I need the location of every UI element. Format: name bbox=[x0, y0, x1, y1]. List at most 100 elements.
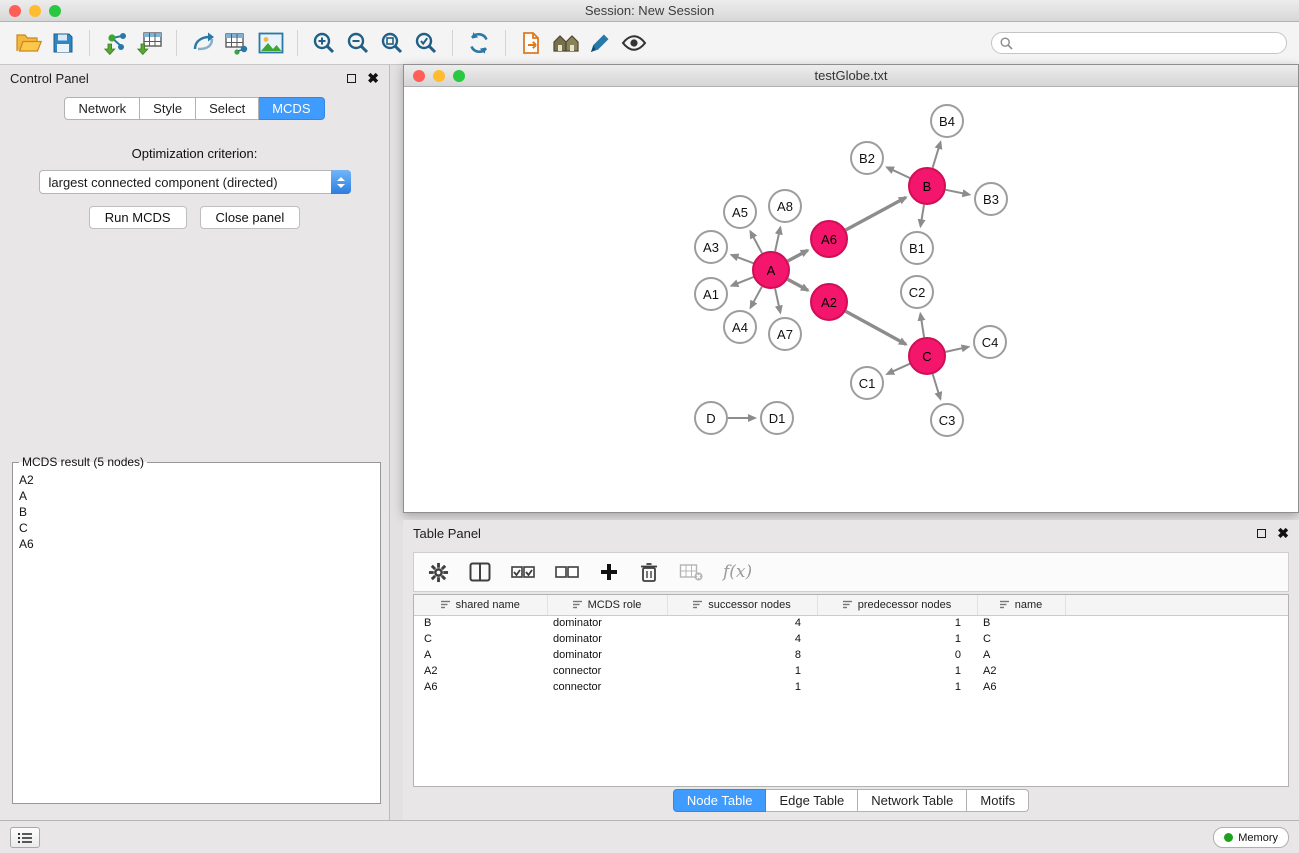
tab-node-table[interactable]: Node Table bbox=[673, 789, 767, 812]
graph-node-C3[interactable]: C3 bbox=[930, 403, 964, 437]
graph-edge-A6-B[interactable] bbox=[846, 197, 906, 230]
memory-button[interactable]: Memory bbox=[1213, 827, 1289, 848]
import-network-button[interactable] bbox=[99, 27, 133, 59]
network-canvas[interactable]: B4 B2 B B3 A5 A8A6 A3 B1 A C2 A1 A2 A4 A7 C4 C C1 C3 D D1 bbox=[404, 87, 1298, 512]
tab-network[interactable]: Network bbox=[64, 97, 140, 120]
graph-edge-C-C3[interactable] bbox=[933, 374, 941, 399]
optimization-criterion-select[interactable]: largest connected component (directed) bbox=[39, 170, 351, 194]
graph-edge-A-A1[interactable] bbox=[731, 277, 753, 286]
table-row-B[interactable]: Bdominator41B bbox=[414, 615, 1288, 631]
graph-edge-B-B3[interactable] bbox=[946, 190, 970, 195]
task-history-button[interactable] bbox=[10, 827, 40, 848]
search-field[interactable] bbox=[991, 32, 1287, 54]
zoom-out-button[interactable] bbox=[341, 27, 375, 59]
graph-node-A[interactable]: A bbox=[752, 251, 790, 289]
graph-node-B[interactable]: B bbox=[908, 167, 946, 205]
graph-node-D1[interactable]: D1 bbox=[760, 401, 794, 435]
import-table-button[interactable] bbox=[133, 27, 167, 59]
column-header-shared-name[interactable]: shared name bbox=[414, 595, 547, 615]
graph-node-A1[interactable]: A1 bbox=[694, 277, 728, 311]
graph-node-A6[interactable]: A6 bbox=[810, 220, 848, 258]
minimize-network-window-button[interactable] bbox=[433, 70, 445, 82]
graph-node-B4[interactable]: B4 bbox=[930, 104, 964, 138]
table-row-C[interactable]: Cdominator41C bbox=[414, 631, 1288, 647]
graph-edge-B-B4[interactable] bbox=[933, 142, 941, 168]
table-settings-button[interactable] bbox=[428, 562, 449, 583]
graph-node-A2[interactable]: A2 bbox=[810, 283, 848, 321]
graph-node-A5[interactable]: A5 bbox=[723, 195, 757, 229]
show-columns-button[interactable] bbox=[469, 562, 491, 582]
column-header-predecessor-nodes[interactable]: predecessor nodes bbox=[817, 595, 977, 615]
graph-node-D[interactable]: D bbox=[694, 401, 728, 435]
graph-edge-C-C1[interactable] bbox=[887, 364, 910, 374]
save-session-button[interactable] bbox=[46, 27, 80, 59]
column-header-successor-nodes[interactable]: successor nodes bbox=[667, 595, 817, 615]
graph-edge-A-A2[interactable] bbox=[788, 279, 808, 290]
graph-edge-A-A3[interactable] bbox=[732, 255, 754, 263]
graph-edge-A-A8[interactable] bbox=[775, 228, 780, 252]
graph-node-C4[interactable]: C4 bbox=[973, 325, 1007, 359]
graph-edge-A-A7[interactable] bbox=[775, 289, 780, 313]
close-network-window-button[interactable] bbox=[413, 70, 425, 82]
refresh-button[interactable] bbox=[462, 27, 496, 59]
graph-edge-B-B1[interactable] bbox=[921, 205, 925, 227]
graph-node-B1[interactable]: B1 bbox=[900, 231, 934, 265]
graph-edge-C-C4[interactable] bbox=[946, 347, 969, 352]
graph-node-B3[interactable]: B3 bbox=[974, 182, 1008, 216]
annotation-pen-button[interactable] bbox=[583, 27, 617, 59]
export-table-button[interactable] bbox=[220, 27, 254, 59]
close-panel-button[interactable]: Close panel bbox=[200, 206, 301, 229]
minimize-window-button[interactable] bbox=[29, 5, 41, 17]
graph-node-C2[interactable]: C2 bbox=[900, 275, 934, 309]
column-header-mcds-role[interactable]: MCDS role bbox=[547, 595, 667, 615]
mcds-result-item: A2 bbox=[19, 472, 374, 488]
first-neighbors-button[interactable] bbox=[549, 27, 583, 59]
select-all-columns-button[interactable] bbox=[511, 565, 535, 579]
tab-select[interactable]: Select bbox=[196, 97, 259, 120]
zoom-selected-button[interactable] bbox=[409, 27, 443, 59]
tab-motifs[interactable]: Motifs bbox=[967, 789, 1029, 812]
graph-node-A7[interactable]: A7 bbox=[768, 317, 802, 351]
close-panel-icon[interactable]: ✖ bbox=[367, 71, 379, 85]
app-titlebar: Session: New Session bbox=[0, 0, 1299, 22]
graph-edge-C-C2[interactable] bbox=[920, 314, 924, 338]
zoom-fit-button[interactable] bbox=[375, 27, 409, 59]
table-row-A2[interactable]: A2connector11A2 bbox=[414, 663, 1288, 679]
graph-edge-A-A5[interactable] bbox=[750, 231, 762, 253]
graph-edge-A2-C[interactable] bbox=[846, 311, 906, 344]
graph-node-B2[interactable]: B2 bbox=[850, 141, 884, 175]
column-header-name[interactable]: name bbox=[977, 595, 1065, 615]
zoom-window-button[interactable] bbox=[49, 5, 61, 17]
tab-mcds[interactable]: MCDS bbox=[259, 97, 324, 120]
delete-column-button[interactable] bbox=[639, 562, 659, 583]
table-row-A[interactable]: Adominator80A bbox=[414, 647, 1288, 663]
graph-node-C1[interactable]: C1 bbox=[850, 366, 884, 400]
graph-node-A4[interactable]: A4 bbox=[723, 310, 757, 344]
close-window-button[interactable] bbox=[9, 5, 21, 17]
table-row-A6[interactable]: A6connector11A6 bbox=[414, 679, 1288, 695]
graph-node-A8[interactable]: A8 bbox=[768, 189, 802, 223]
network-window-titlebar[interactable]: testGlobe.txt bbox=[404, 65, 1298, 87]
float-table-panel-button[interactable] bbox=[1257, 529, 1266, 538]
search-input[interactable] bbox=[1018, 36, 1278, 50]
export-image-button[interactable] bbox=[254, 27, 288, 59]
close-table-panel-icon[interactable]: ✖ bbox=[1277, 526, 1289, 540]
graph-edge-A-A4[interactable] bbox=[751, 287, 762, 308]
tab-style[interactable]: Style bbox=[140, 97, 196, 120]
zoom-in-button[interactable] bbox=[307, 27, 341, 59]
deselect-all-columns-button[interactable] bbox=[555, 565, 579, 579]
graph-edge-B-B2[interactable] bbox=[887, 167, 910, 178]
graph-node-C[interactable]: C bbox=[908, 337, 946, 375]
tab-network-table[interactable]: Network Table bbox=[858, 789, 967, 812]
document-arrow-button[interactable] bbox=[515, 27, 549, 59]
zoom-network-window-button[interactable] bbox=[453, 70, 465, 82]
tab-edge-table[interactable]: Edge Table bbox=[766, 789, 858, 812]
run-mcds-button[interactable]: Run MCDS bbox=[89, 206, 187, 229]
graph-node-A3[interactable]: A3 bbox=[694, 230, 728, 264]
create-column-button[interactable] bbox=[599, 562, 619, 582]
export-network-button[interactable] bbox=[186, 27, 220, 59]
show-hide-button[interactable] bbox=[617, 27, 651, 59]
open-session-button[interactable] bbox=[12, 27, 46, 59]
float-panel-button[interactable] bbox=[347, 74, 356, 83]
graph-edge-A-A6[interactable] bbox=[788, 250, 808, 261]
